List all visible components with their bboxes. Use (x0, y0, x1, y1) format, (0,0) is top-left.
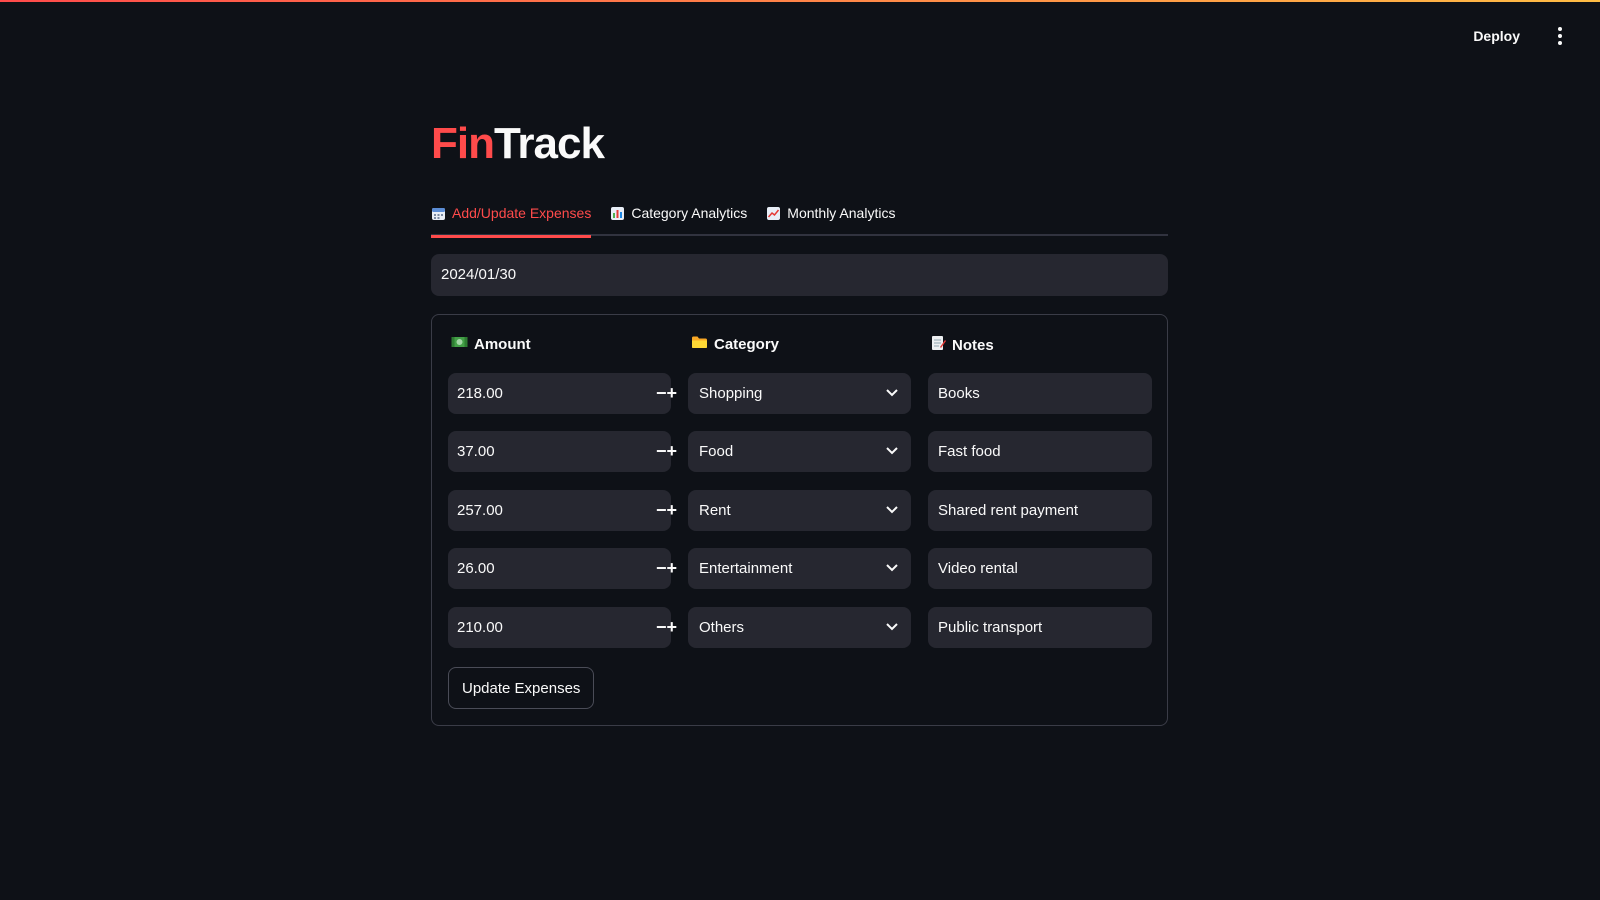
expense-row: − + Entertainment (448, 548, 1152, 590)
category-select[interactable]: Others (688, 607, 911, 648)
decrement-button[interactable]: − (656, 431, 667, 472)
chevron-down-icon (885, 560, 899, 577)
decrement-button[interactable]: − (656, 373, 667, 414)
chevron-down-icon (885, 502, 899, 519)
tab-monthly-analytics[interactable]: Monthly Analytics (766, 194, 895, 236)
app-title-track: Track (493, 119, 605, 168)
menu-dot (1558, 41, 1562, 45)
amount-input[interactable] (448, 443, 656, 460)
increment-button[interactable]: + (667, 373, 678, 414)
increment-button[interactable]: + (667, 490, 678, 531)
category-select[interactable]: Entertainment (688, 548, 911, 589)
app-title: FinTrack (431, 116, 1168, 172)
expense-row: − + Food (448, 431, 1152, 473)
category-select-value: Shopping (699, 385, 763, 402)
chevron-down-icon (885, 385, 899, 402)
amount-input[interactable] (448, 502, 656, 519)
money-icon (451, 335, 468, 353)
notes-input[interactable] (928, 490, 1152, 531)
menu-dot (1558, 27, 1562, 31)
category-select[interactable]: Rent (688, 490, 911, 531)
chevron-down-icon (885, 619, 899, 636)
tab-add-update-expenses[interactable]: Add/Update Expenses (431, 194, 592, 238)
amount-stepper: − + (448, 373, 677, 414)
notes-input[interactable] (928, 373, 1152, 414)
tab-label: Add/Update Expenses (452, 205, 592, 221)
increment-button[interactable]: + (667, 548, 678, 589)
category-select[interactable]: Shopping (688, 373, 911, 414)
category-select-value: Food (699, 443, 734, 460)
notes-column-header: Notes (931, 335, 994, 355)
calendar-icon (431, 206, 446, 221)
increment-button[interactable]: + (667, 431, 678, 472)
amount-input[interactable] (448, 560, 656, 577)
decrement-button[interactable]: − (656, 607, 667, 648)
expense-row: − + Others (448, 607, 1152, 649)
chevron-down-icon (885, 443, 899, 460)
memo-icon (931, 335, 946, 355)
amount-header-label: Amount (474, 335, 531, 353)
main-menu-icon[interactable] (1546, 22, 1574, 50)
update-expenses-button[interactable]: Update Expenses (448, 667, 595, 709)
notes-header-label: Notes (952, 336, 994, 354)
deploy-button[interactable]: Deploy (1465, 23, 1528, 49)
notes-input[interactable] (928, 548, 1152, 589)
tab-bar: Add/Update Expenses Category Analytics M… (431, 194, 1168, 238)
amount-stepper: − + (448, 548, 677, 589)
app-header: Deploy (0, 0, 1600, 72)
amount-column-header: Amount (451, 335, 531, 353)
bar-chart-icon (610, 206, 625, 221)
amount-input[interactable] (448, 385, 656, 402)
tab-label: Monthly Analytics (787, 205, 896, 221)
category-select-value: Others (699, 619, 745, 636)
increment-button[interactable]: + (667, 607, 678, 648)
app-title-fin: Fin (431, 119, 495, 168)
amount-stepper: − + (448, 607, 677, 648)
date-input[interactable] (431, 254, 1168, 296)
folder-icon (691, 335, 708, 353)
expense-row: − + Shopping (448, 373, 1152, 415)
tab-label: Category Analytics (631, 205, 748, 221)
amount-input[interactable] (448, 619, 656, 636)
expenses-form: Amount Category Notes − + Shopping (431, 314, 1168, 726)
category-select-value: Rent (699, 502, 731, 519)
category-select-value: Entertainment (699, 560, 793, 577)
notes-input[interactable] (928, 607, 1152, 648)
decrement-button[interactable]: − (656, 548, 667, 589)
category-column-header: Category (691, 335, 779, 353)
menu-dot (1558, 34, 1562, 38)
decrement-button[interactable]: − (656, 490, 667, 531)
line-chart-icon (766, 206, 781, 221)
notes-input[interactable] (928, 431, 1152, 472)
category-header-label: Category (714, 335, 780, 353)
main-content: FinTrack Add/Update Expenses Category An… (431, 110, 1168, 726)
amount-stepper: − + (448, 490, 677, 531)
expense-row: − + Rent (448, 490, 1152, 532)
amount-stepper: − + (448, 431, 677, 472)
category-select[interactable]: Food (688, 431, 911, 472)
tab-category-analytics[interactable]: Category Analytics (610, 194, 747, 236)
